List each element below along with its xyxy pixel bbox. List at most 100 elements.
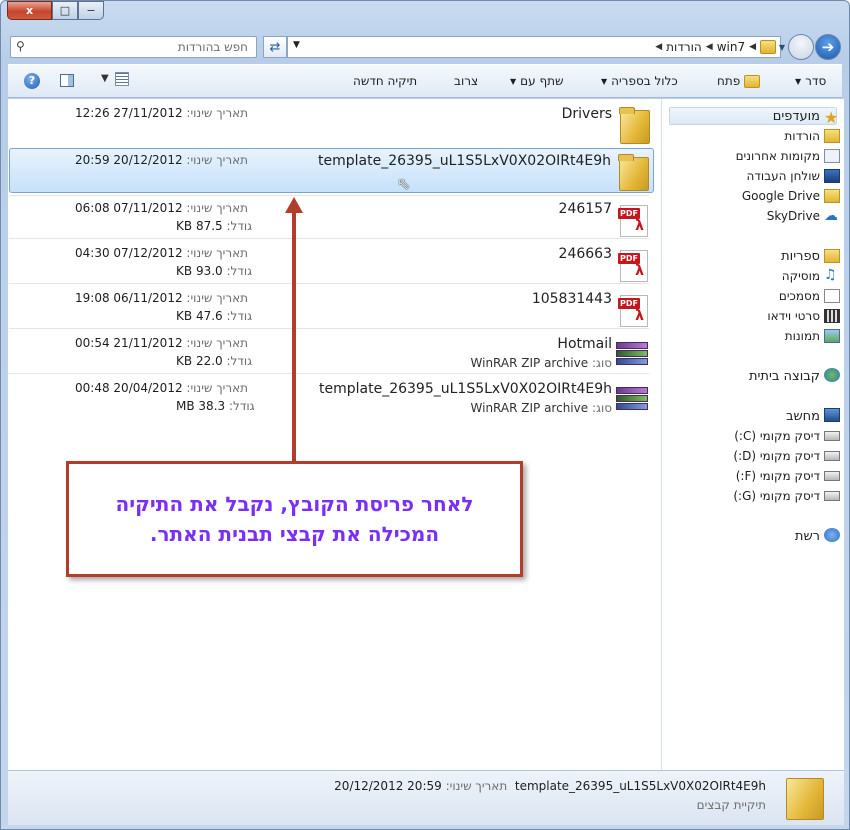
chevron-icon[interactable]: ◀ (749, 42, 756, 52)
nav-drive-f[interactable]: דיסק מקומי (F:) (736, 469, 820, 483)
include-in-library-button[interactable]: כלול בספריה ▼ (601, 74, 678, 88)
nav-drive-d[interactable]: דיסק מקומי (D:) (733, 449, 820, 463)
recent-pages-dropdown-icon[interactable]: ▼ (779, 43, 785, 52)
list-item[interactable]: PDF λ 246157 תאריך שינוי: 07/11/2012 06:0… (9, 197, 654, 242)
address-history-dropdown-icon[interactable]: ▼ (293, 40, 300, 50)
row-divider (9, 328, 649, 329)
change-view-icon[interactable] (115, 72, 129, 86)
google-drive-icon (824, 189, 840, 203)
details-pane: template_26395_uL1S5LxV0X02OIRt4E9h תארי… (8, 770, 844, 825)
share-with-button[interactable]: שתף עם ▼ (510, 74, 564, 88)
size-value: 38.3 MB (176, 399, 226, 413)
chevron-down-icon: ▼ (601, 76, 608, 86)
search-placeholder: חפש בהורדות (177, 40, 248, 54)
chevron-down-icon: ▼ (795, 76, 802, 86)
list-item[interactable]: Drivers תאריך שינוי: 27/11/2012 12:26 (9, 102, 654, 147)
open-folder-icon (744, 74, 761, 88)
file-date: תאריך שינוי: 27/11/2012 12:26 (75, 106, 248, 120)
nav-recent-places[interactable]: מקומות אחרונים (736, 149, 820, 163)
address-row: ⚲ חפש בהורדות ⇄ ▼ ◀ win7 ◀ הורדות ◀ ▼ ➔ (7, 34, 843, 60)
file-size: גודל: 93.0 KB (176, 264, 252, 278)
nav-libraries[interactable]: ספריות (781, 249, 820, 264)
row-divider (9, 373, 649, 374)
nav-downloads[interactable]: הורדות (784, 129, 820, 143)
nav-desktop[interactable]: שולחן העבודה (747, 169, 820, 183)
nav-music[interactable]: מוסיקה (782, 269, 820, 283)
file-size: גודל: 38.3 MB (176, 399, 255, 413)
include-in-library-label: כלול בספריה (611, 74, 678, 88)
downloads-folder-icon (824, 129, 840, 143)
nav-computer[interactable]: מחשב (786, 409, 820, 424)
chevron-icon[interactable]: ◀ (655, 42, 662, 52)
nav-documents[interactable]: מסמכים (779, 289, 820, 303)
file-type: סוג: WinRAR ZIP archive (471, 356, 612, 370)
size-label: גודל: (226, 264, 253, 278)
date-value: 07/12/2012 04:30 (75, 246, 183, 260)
date-label: תאריך שינוי: (186, 381, 249, 395)
file-name: Drivers (561, 106, 612, 122)
address-bar[interactable]: ▼ ◀ win7 ◀ הורדות ◀ (287, 36, 781, 58)
folder-icon (618, 154, 649, 191)
file-name: 105831443 (531, 291, 612, 307)
drive-g-icon (824, 491, 840, 501)
list-item[interactable]: template_26395_uL1S5LxV0X02OIRt4E9h סוג:… (9, 377, 654, 422)
organize-label: סדר (805, 74, 827, 88)
nav-pictures[interactable]: תמונות (785, 329, 820, 343)
date-label: תאריך שינוי: (186, 291, 249, 305)
size-value: 93.0 KB (176, 264, 223, 278)
back-button[interactable]: ➔ (815, 34, 841, 60)
preview-pane-icon[interactable] (60, 74, 74, 87)
nav-videos[interactable]: סרטי וידאו (767, 309, 820, 323)
close-button[interactable]: x (7, 1, 52, 20)
list-item[interactable]: Hotmail סוג: WinRAR ZIP archive תאריך שי… (9, 332, 654, 377)
callout-line-1: לאחר פריסת הקובץ, נקבל את התיקיה (115, 492, 474, 516)
file-list: Drivers תאריך שינוי: 27/11/2012 12:26 te… (8, 99, 661, 770)
row-divider (9, 238, 649, 239)
refresh-icon: ⇄ (269, 39, 281, 55)
computer-icon (824, 408, 840, 422)
file-size: גודל: 87.5 KB (176, 219, 252, 233)
nav-drive-c[interactable]: דיסק מקומי (C:) (734, 429, 820, 443)
libraries-icon (824, 249, 840, 263)
size-label: גודל: (226, 309, 253, 323)
music-note-icon: ♫ (824, 267, 837, 283)
document-icon (824, 289, 840, 303)
list-item[interactable]: PDF λ 246663 תאריך שינוי: 07/12/2012 04:3… (9, 242, 654, 287)
open-button[interactable]: פתח (717, 74, 761, 88)
forward-button[interactable] (788, 34, 814, 60)
nav-favorites[interactable]: מועדפים (773, 109, 820, 124)
maximize-button[interactable]: □ (52, 1, 78, 20)
minimize-button[interactable]: − (78, 1, 104, 20)
date-label: תאריך שינוי: (186, 201, 249, 215)
refresh-button[interactable]: ⇄ (263, 36, 287, 58)
nav-homegroup[interactable]: קבוצה ביתית (749, 369, 820, 384)
date-value: 07/11/2012 06:08 (75, 201, 183, 215)
details-date-value: 20:59 20/12/2012 (334, 779, 442, 793)
date-value: 06/11/2012 19:08 (75, 291, 183, 305)
nav-skydrive[interactable]: SkyDrive (767, 209, 820, 223)
folder-icon (619, 107, 650, 144)
homegroup-icon (824, 368, 840, 382)
breadcrumb-win7[interactable]: win7 (717, 40, 745, 54)
drive-f-icon (824, 471, 840, 481)
type-label: סוג: (591, 356, 612, 370)
chevron-icon[interactable]: ◀ (706, 42, 713, 52)
details-type: תיקיית קבצים (696, 798, 766, 812)
nav-network[interactable]: רשת (795, 529, 820, 544)
help-button[interactable]: ? (24, 73, 40, 89)
new-folder-button[interactable]: תיקיה חדשה (353, 74, 417, 88)
search-input[interactable]: ⚲ חפש בהורדות (10, 36, 257, 58)
annotation-callout: לאחר פריסת הקובץ, נקבל את התיקיה המכילה א… (66, 461, 523, 577)
command-bar: ? ▼ תיקיה חדשה צרוב שתף עם ▼ כלול בספריה ▼… (8, 64, 842, 98)
callout-text: לאחר פריסת הקובץ, נקבל את התיקיה המכילה א… (90, 489, 500, 549)
organize-button[interactable]: סדר ▼ (795, 74, 826, 88)
file-date: תאריך שינוי: 07/11/2012 06:08 (75, 201, 248, 215)
views-dropdown-icon[interactable]: ▼ (101, 73, 109, 84)
list-item[interactable]: PDF λ 105831443 תאריך שינוי: 06/11/2012 1… (9, 287, 654, 332)
breadcrumb-downloads[interactable]: הורדות (666, 40, 702, 54)
nav-drive-g[interactable]: דיסק מקומי (G:) (733, 489, 820, 503)
pdf-icon: PDF λ (618, 205, 648, 237)
burn-button[interactable]: צרוב (454, 74, 478, 88)
nav-google-drive[interactable]: Google Drive (742, 189, 820, 203)
list-item-selected[interactable]: template_26395_uL1S5LxV0X02OIRt4E9h תארי… (9, 148, 654, 193)
